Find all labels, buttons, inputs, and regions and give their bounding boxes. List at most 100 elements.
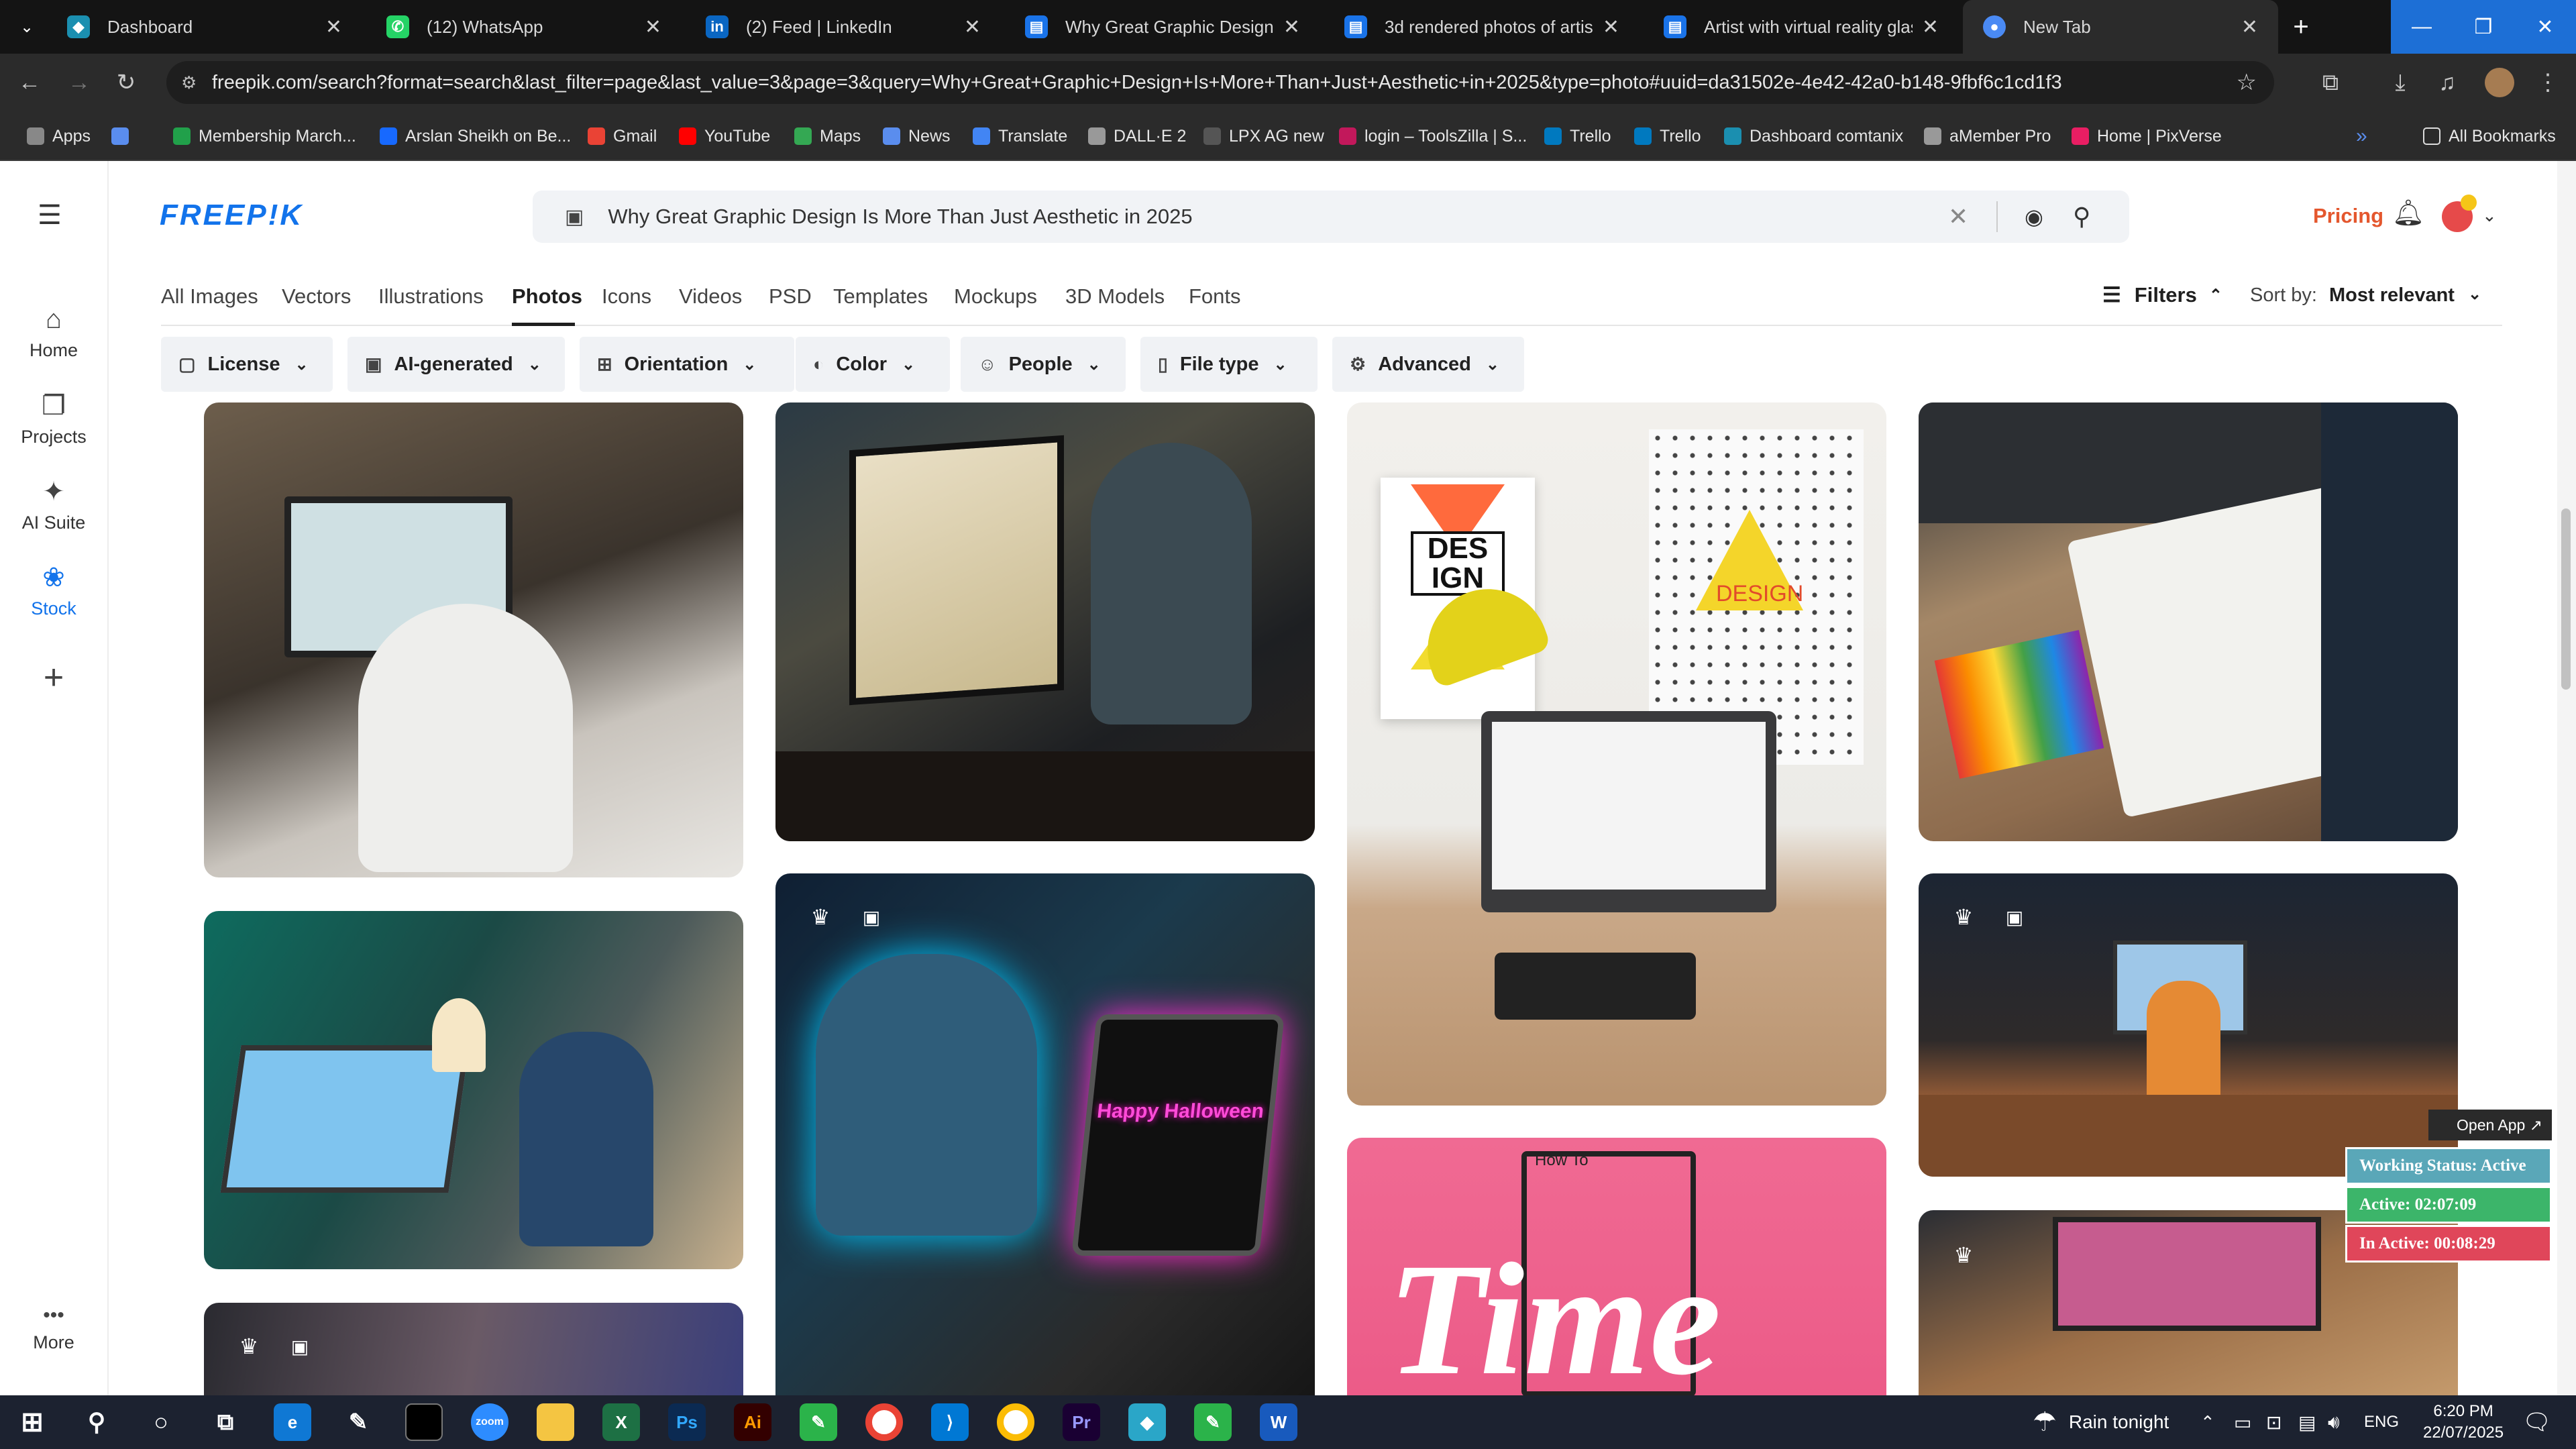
bookmark-toolszilla[interactable]: login – ToolsZilla | S... <box>1339 111 1527 161</box>
ai-generated-icon[interactable]: ▣ <box>853 899 890 935</box>
image-card[interactable]: ♛ ▣ Happy Halloween <box>775 873 1315 1397</box>
bookmark-star-icon[interactable]: ☆ <box>2237 69 2257 96</box>
app-icon[interactable]: ◆ <box>1128 1403 1166 1441</box>
image-card[interactable]: DES IGN DESIGN <box>1347 402 1886 1106</box>
hamburger-menu-icon[interactable]: ☰ <box>38 200 62 231</box>
tab-all-images[interactable]: All Images <box>161 284 258 309</box>
close-tab-icon[interactable]: ✕ <box>325 15 342 39</box>
premium-crown-icon[interactable]: ♛ <box>231 1328 267 1364</box>
media-icon[interactable]: ♫ <box>2430 65 2465 100</box>
back-icon[interactable]: ← <box>12 65 47 100</box>
clear-search-icon[interactable]: ✕ <box>1948 203 1968 231</box>
bookmark-gmail[interactable]: Gmail <box>588 111 657 161</box>
filter-ai-generated[interactable]: ▣ AI-generated ⌄ <box>347 337 565 392</box>
bookmark-lpx[interactable]: LPX AG new <box>1203 111 1324 161</box>
network-icon[interactable]: ▤ <box>2298 1395 2316 1449</box>
edge-icon[interactable]: e <box>274 1403 311 1441</box>
illustrator-icon[interactable]: Ai <box>734 1403 771 1441</box>
tab-mockups[interactable]: Mockups <box>954 284 1037 309</box>
tab-dashboard[interactable]: ◆ Dashboard ✕ <box>47 0 362 54</box>
image-card[interactable] <box>204 402 743 877</box>
profile-avatar[interactable] <box>2482 65 2517 100</box>
show-hidden-icons[interactable]: ⌃ <box>2200 1395 2215 1449</box>
premiere-icon[interactable]: Pr <box>1063 1403 1100 1441</box>
rail-add[interactable]: + <box>0 657 107 703</box>
bookmark-maps[interactable]: Maps <box>794 111 861 161</box>
tab-icons[interactable]: Icons <box>602 284 651 309</box>
filter-license[interactable]: ▢ License ⌄ <box>161 337 333 392</box>
pricing-link[interactable]: Pricing <box>2313 204 2383 228</box>
vscode-icon[interactable]: ⟩ <box>931 1403 969 1441</box>
filter-advanced[interactable]: ⚙ Advanced ⌄ <box>1332 337 1524 392</box>
bookmark-trello-2[interactable]: Trello <box>1634 111 1701 161</box>
bookmark-apps[interactable]: Apps <box>27 111 91 161</box>
rail-projects[interactable]: ❐ Projects <box>0 390 107 447</box>
chevron-down-icon[interactable]: ⌄ <box>2482 205 2497 226</box>
download-icon[interactable]: ⤓ <box>2383 65 2418 100</box>
windows-start-icon[interactable]: ⊞ <box>13 1403 51 1441</box>
freepik-logo[interactable]: FREEP!K <box>160 199 303 232</box>
tab-illustrations[interactable]: Illustrations <box>378 284 484 309</box>
search-icon[interactable]: ⚲ <box>2073 203 2090 231</box>
notifications-icon[interactable]: 🗨︎ <box>2522 1395 2551 1449</box>
weather-widget[interactable]: ☂ Rain tonight <box>2033 1395 2169 1449</box>
filters-toggle[interactable]: ☰ Filters ⌃ <box>2102 283 2222 307</box>
tab-psd[interactable]: PSD <box>769 284 812 309</box>
excel-icon[interactable]: X <box>602 1403 640 1441</box>
close-tab-icon[interactable]: ✕ <box>964 15 981 39</box>
filter-file-type[interactable]: ▯ File type ⌄ <box>1140 337 1318 392</box>
open-app-button[interactable]: Open App ↗ <box>2428 1110 2552 1140</box>
filter-color[interactable]: ◐ Color ⌄ <box>796 337 950 392</box>
ai-generated-icon[interactable]: ▣ <box>282 1328 318 1364</box>
tab-whatsapp[interactable]: ✆ (12) WhatsApp ✕ <box>366 0 682 54</box>
bookmark-membership[interactable]: Membership March... <box>173 111 356 161</box>
extensions-icon[interactable]: ⧉ <box>2313 65 2348 100</box>
bookmark-news[interactable]: News <box>883 111 951 161</box>
menu-icon[interactable]: ⋮ <box>2530 65 2565 100</box>
image-card[interactable]: ♛ ▣ <box>1919 873 2458 1177</box>
image-card[interactable]: ♛ ▣ <box>204 1303 743 1397</box>
bookmark-arslan[interactable]: Arslan Sheikh on Be... <box>380 111 571 161</box>
bookmark-amember[interactable]: aMember Pro <box>1924 111 2051 161</box>
close-tab-icon[interactable]: ✕ <box>1283 15 1300 39</box>
premium-crown-icon[interactable]: ♛ <box>1945 899 1982 935</box>
image-type-icon[interactable]: ▣ <box>565 205 584 229</box>
search-input[interactable]: Why Great Graphic Design Is More Than Ju… <box>608 205 1192 229</box>
zoom-icon[interactable]: zoom <box>471 1403 508 1441</box>
scrollbar-thumb[interactable] <box>2561 508 2571 690</box>
scrollbar-track[interactable] <box>2557 161 2576 1395</box>
image-card[interactable] <box>1919 402 2458 841</box>
app-icon[interactable]: ✎ <box>800 1403 837 1441</box>
ai-generated-icon[interactable]: ▣ <box>1996 899 2033 935</box>
bookmark-translate[interactable]: Translate <box>973 111 1067 161</box>
tab-graphic-design[interactable]: ▤Why Great Graphic Design Is M✕ <box>1005 0 1320 54</box>
minimize-button[interactable]: — <box>2391 0 2453 54</box>
bookmark-dalle[interactable]: DALL·E 2 <box>1088 111 1186 161</box>
camera-icon[interactable]: ◉ <box>2025 204 2043 229</box>
tab-linkedin[interactable]: in (2) Feed | LinkedIn ✕ <box>686 0 1001 54</box>
photoshop-icon[interactable]: Ps <box>668 1403 706 1441</box>
image-card[interactable] <box>204 911 743 1269</box>
tab-fonts[interactable]: Fonts <box>1189 284 1241 309</box>
reload-icon[interactable]: ↻ <box>109 65 144 100</box>
bookmark-dashboard-comtanix[interactable]: Dashboard comtanix <box>1724 111 1903 161</box>
tab-search-icon[interactable]: ⌄ <box>0 0 54 54</box>
rail-ai-suite[interactable]: ✦ AI Suite <box>0 476 107 533</box>
terminal-icon[interactable] <box>405 1403 443 1441</box>
search-bar[interactable]: ▣ Why Great Graphic Design Is More Than … <box>533 191 2129 243</box>
tab-photos[interactable]: Photos <box>512 284 582 309</box>
url-bar[interactable]: ⚙ freepik.com/search?format=search&last_… <box>166 61 2274 104</box>
language-indicator[interactable]: ENG <box>2364 1395 2399 1449</box>
tab-templates[interactable]: Templates <box>833 284 928 309</box>
file-explorer-icon[interactable] <box>537 1403 574 1441</box>
close-window-button[interactable]: ✕ <box>2514 0 2576 54</box>
pen-tool-icon[interactable]: ✎ <box>339 1403 377 1441</box>
close-tab-icon[interactable]: ✕ <box>1922 15 1939 39</box>
search-icon[interactable]: ⚲ <box>78 1403 115 1441</box>
tray-app-icon[interactable]: ⊡ <box>2266 1395 2282 1449</box>
premium-crown-icon[interactable]: ♛ <box>1945 1237 1982 1273</box>
image-card[interactable]: How To Time <box>1347 1138 1886 1397</box>
tab-3d-rendered[interactable]: ▤3d rendered photos of artist m✕ <box>1324 0 1640 54</box>
tab-videos[interactable]: Videos <box>679 284 742 309</box>
tab-artist-vr[interactable]: ▤Artist with virtual reality glasse✕ <box>1644 0 1959 54</box>
